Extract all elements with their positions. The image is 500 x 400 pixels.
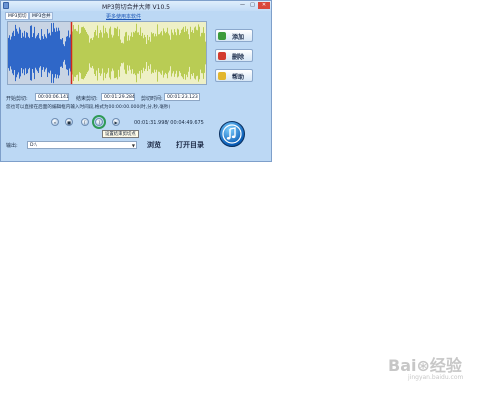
end-time-input[interactable]: 00:01:29.284 xyxy=(101,93,135,101)
playback-position: 00:01:31.998 xyxy=(134,120,168,126)
window-title: MP3剪切合并大师 V10.5 xyxy=(102,4,170,11)
set-end-button[interactable]: ] xyxy=(92,115,106,129)
delete-button[interactable]: 删除 xyxy=(215,49,253,62)
add-button[interactable]: 添加 xyxy=(215,29,253,42)
watermark-logo: Bai⊛经验 xyxy=(388,356,462,375)
add-button-label: 添加 xyxy=(232,34,245,41)
promo-link[interactable]: 更多使用本软件 xyxy=(106,13,141,20)
cut-length-label: 剪切时间: xyxy=(141,96,163,102)
rewind-button[interactable]: « xyxy=(51,118,59,126)
app-window: MP3剪切合并大师 V10.5 — □ ✕ MP3剪切 MP3合并 更多使用本软… xyxy=(0,0,272,162)
app-logo-icon xyxy=(3,2,9,9)
help-icon xyxy=(218,72,226,80)
waveform-graph[interactable] xyxy=(8,22,206,84)
tab-mp3-cut[interactable]: MP3剪切 xyxy=(5,12,30,20)
browse-button[interactable]: 浏览 xyxy=(147,140,161,150)
end-time-label: 结束剪切: xyxy=(76,96,98,102)
add-icon xyxy=(218,32,226,40)
output-label: 输出: xyxy=(6,143,18,149)
help-button-label: 帮助 xyxy=(232,74,245,81)
close-button[interactable]: ✕ xyxy=(258,2,270,9)
maximize-button[interactable]: □ xyxy=(248,2,257,9)
output-path-select[interactable]: D:\ ▼ xyxy=(27,141,137,149)
help-button[interactable]: 帮助 xyxy=(215,69,253,82)
cut-length-input[interactable]: 00:01:23.123 xyxy=(164,93,200,101)
stop-button[interactable]: ■ xyxy=(65,118,73,126)
itunes-music-icon[interactable] xyxy=(219,121,245,147)
chevron-down-icon[interactable]: ▼ xyxy=(132,142,135,149)
minimize-button[interactable]: — xyxy=(238,2,247,9)
time-format-hint: 您也可以直接在后面的编辑框内输入时间段,格式为00:00:00.000(时,分,… xyxy=(6,105,171,110)
delete-button-label: 删除 xyxy=(232,54,245,61)
start-time-label: 开始剪切: xyxy=(6,96,28,102)
baidu-watermark: Bai⊛经验 jingyan.baidu.com xyxy=(380,348,490,388)
delete-icon xyxy=(218,52,226,60)
tab-mp3-merge[interactable]: MP3合并 xyxy=(29,12,54,20)
open-directory-button[interactable]: 打开目录 xyxy=(176,140,204,150)
output-path-value: D:\ xyxy=(30,143,37,148)
set-end-tooltip: 设置结束剪切点 xyxy=(102,130,139,138)
waveform-panel[interactable] xyxy=(7,21,207,85)
title-bar: MP3剪切合并大师 V10.5 — □ ✕ xyxy=(1,1,271,11)
play-button[interactable]: ▶ xyxy=(112,118,120,126)
total-duration: / 00:04:49.675 xyxy=(167,120,204,126)
watermark-url: jingyan.baidu.com xyxy=(408,374,464,381)
start-time-input[interactable]: 00:00:06.141 xyxy=(35,93,69,101)
set-start-button[interactable]: [ xyxy=(81,118,89,126)
